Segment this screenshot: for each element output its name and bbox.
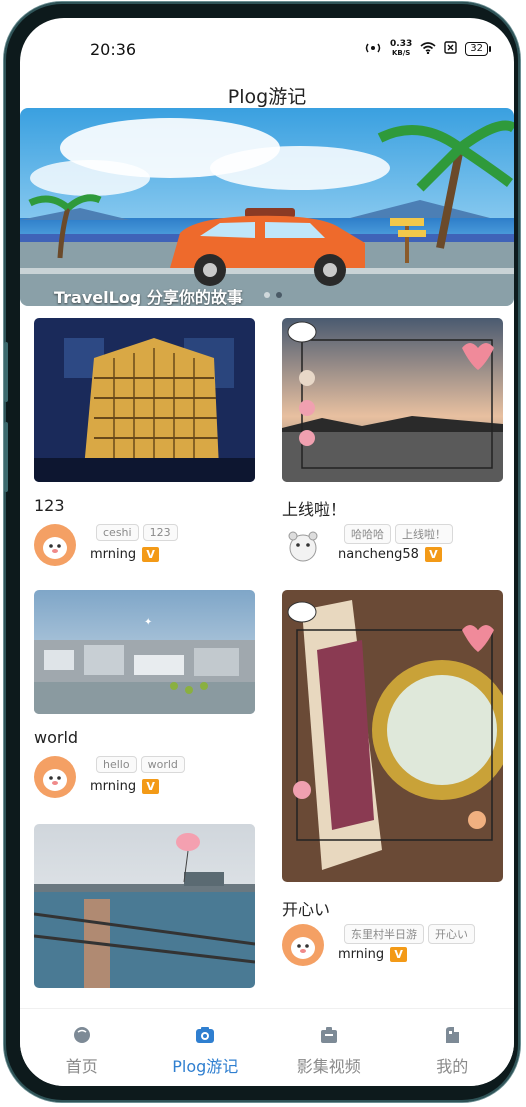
- home-icon: [72, 1025, 92, 1045]
- network-speed: 0.33 KB/S: [390, 40, 412, 58]
- status-time: 20:36: [90, 40, 137, 59]
- tag[interactable]: ceshi: [96, 524, 139, 541]
- camera-icon: [195, 1025, 215, 1045]
- post-card[interactable]: [34, 824, 255, 988]
- status-icons: 0.33 KB/S 32: [364, 40, 491, 58]
- vip-badge: V: [424, 547, 442, 562]
- post-title[interactable]: 123: [34, 496, 255, 516]
- carousel-dot[interactable]: [264, 292, 270, 298]
- tag[interactable]: 东里村半日游: [344, 924, 424, 944]
- tab-video[interactable]: 影集视频: [267, 1009, 391, 1086]
- post-title[interactable]: 上线啦！: [282, 496, 503, 519]
- hotspot-icon: [364, 42, 382, 57]
- wifi-icon: [420, 41, 436, 57]
- username[interactable]: mrning: [338, 947, 384, 962]
- svg-text:✦: ✦: [144, 617, 152, 628]
- post-meta: hello world mrning V: [34, 756, 255, 800]
- vip-badge: V: [142, 779, 160, 794]
- volume-button: [4, 342, 8, 402]
- post-card[interactable]: 开心い 东里村半日游 开心い mrning V: [282, 590, 503, 968]
- tab-label: 影集视频: [296, 1057, 361, 1076]
- post-meta: ceshi 123 mrning V: [34, 524, 255, 568]
- tab-profile[interactable]: 我的: [391, 1009, 515, 1086]
- status-bar: 20:36 0.33 KB/S 32: [20, 18, 514, 78]
- tab-home[interactable]: 首页: [20, 1009, 144, 1086]
- banner-caption: TravelLog 分享你的故事: [54, 288, 243, 306]
- vip-badge: V: [142, 547, 160, 562]
- post-meta: 哈哈哈 上线啦！ nancheng58 V: [282, 524, 503, 568]
- avatar[interactable]: [34, 524, 76, 566]
- vip-badge: V: [390, 947, 408, 962]
- post-author[interactable]: mrning V: [338, 947, 408, 962]
- phone-frame: 20:36 0.33 KB/S 32 Plog游记 TravelLog 分享你的…: [4, 2, 520, 1102]
- post-title[interactable]: 开心い: [282, 896, 503, 919]
- plog-feed[interactable]: 123 ceshi 123 mrning V 上线啦！ 哈哈哈 上线啦！ nan…: [20, 318, 514, 1008]
- avatar[interactable]: [282, 924, 324, 966]
- username[interactable]: mrning: [90, 547, 136, 562]
- post-image[interactable]: [34, 318, 255, 482]
- post-tags: hello world: [96, 756, 185, 773]
- tag[interactable]: 开心い: [428, 924, 475, 944]
- post-tags: 东里村半日游 开心い: [344, 924, 475, 944]
- carousel-indicator: [264, 292, 282, 298]
- tab-label: Plog游记: [172, 1057, 239, 1076]
- post-card[interactable]: ✦ world hello world mrning V: [34, 590, 255, 800]
- page-title: Plog游记: [227, 86, 307, 108]
- username[interactable]: nancheng58: [338, 547, 419, 562]
- screen: 20:36 0.33 KB/S 32 Plog游记 TravelLog 分享你的…: [20, 18, 514, 1086]
- network-speed-unit: KB/S: [391, 49, 411, 57]
- post-image[interactable]: [34, 824, 255, 988]
- post-author[interactable]: nancheng58 V: [338, 547, 442, 562]
- post-image[interactable]: [282, 590, 503, 882]
- post-card[interactable]: 123 ceshi 123 mrning V: [34, 318, 255, 568]
- video-icon: [319, 1025, 339, 1045]
- tab-plog[interactable]: Plog游记: [144, 1009, 268, 1086]
- tag[interactable]: world: [140, 756, 185, 773]
- power-button: [4, 422, 8, 492]
- post-tags: ceshi 123: [96, 524, 178, 541]
- post-image[interactable]: ✦: [34, 590, 255, 714]
- post-tags: 哈哈哈 上线啦！: [344, 524, 453, 544]
- tag[interactable]: 123: [142, 524, 178, 541]
- sim-icon: [444, 41, 457, 57]
- post-author[interactable]: mrning V: [90, 779, 160, 794]
- tag[interactable]: hello: [96, 756, 137, 773]
- tag[interactable]: 哈哈哈: [344, 524, 391, 544]
- avatar[interactable]: [34, 756, 76, 798]
- user-icon: [442, 1025, 462, 1045]
- avatar[interactable]: [282, 524, 324, 566]
- bottom-tab-bar: 首页 Plog游记 影集视频 我的: [20, 1008, 514, 1086]
- tab-label: 首页: [65, 1057, 98, 1076]
- post-card[interactable]: 上线啦！ 哈哈哈 上线啦！ nancheng58 V: [282, 318, 503, 568]
- tab-label: 我的: [436, 1057, 469, 1076]
- post-image[interactable]: [282, 318, 503, 482]
- carousel-dot-active[interactable]: [276, 292, 282, 298]
- username[interactable]: mrning: [90, 779, 136, 794]
- network-speed-value: 0.33: [390, 39, 413, 49]
- post-title[interactable]: world: [34, 728, 255, 748]
- banner-carousel[interactable]: TravelLog 分享你的故事: [20, 108, 514, 306]
- post-author[interactable]: mrning V: [90, 547, 160, 562]
- battery-indicator: 32: [465, 42, 491, 56]
- post-meta: 东里村半日游 开心い mrning V: [282, 924, 503, 968]
- tag[interactable]: 上线啦！: [395, 524, 453, 544]
- banner-image: [20, 108, 514, 306]
